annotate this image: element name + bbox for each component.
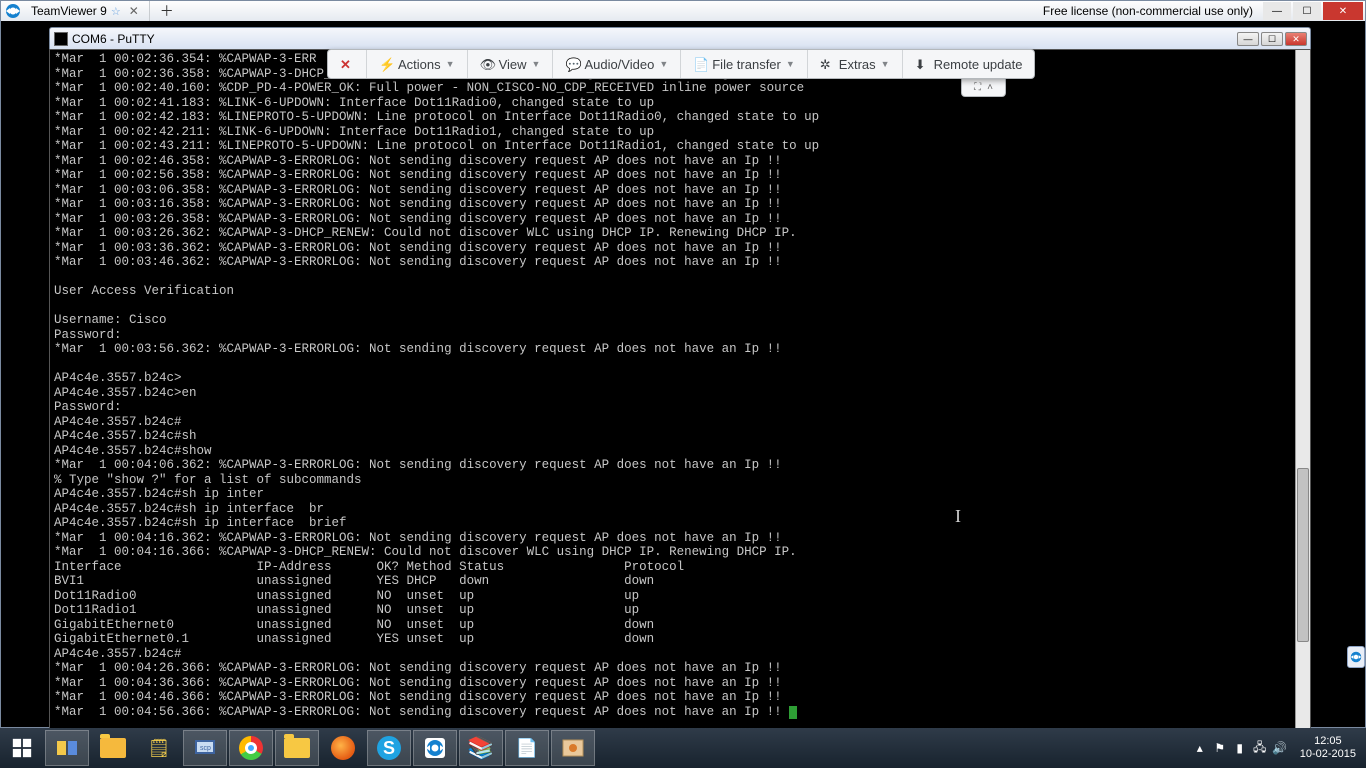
toolbar-remote-update[interactable]: ⬇ Remote update (903, 50, 1035, 78)
taskbar-items: 🗒 scp S 📚 📄 (44, 728, 596, 768)
tray-flag-icon[interactable]: ⚑ (1210, 741, 1230, 755)
teamviewer-window: TeamViewer 9 ☆ ✕ ＋ Free license (non-com… (0, 0, 1366, 728)
toolbar-file-transfer[interactable]: 📄 File transfer ▼ (681, 50, 808, 78)
putty-maximize-button[interactable]: ☐ (1261, 32, 1283, 46)
file-icon: 📄 (693, 57, 707, 71)
windows-taskbar: 🗒 scp S 📚 📄 ▴ ⚑ ▮ 🖧 🔊 12:05 10-02-2015 (0, 728, 1366, 768)
tab-title: TeamViewer 9 (31, 4, 107, 18)
putty-terminal[interactable]: *Mar 1 00:02:36.354: %CAPWAP-3-ERR *Mar … (49, 49, 1311, 747)
taskbar-item-snipping[interactable] (551, 730, 595, 766)
star-icon[interactable]: ☆ (111, 5, 121, 18)
teamviewer-session-tab[interactable]: TeamViewer 9 ☆ ✕ (25, 1, 150, 21)
terminal-output: *Mar 1 00:02:36.354: %CAPWAP-3-ERR *Mar … (50, 50, 1310, 721)
toolbar-audio-video[interactable]: 💬 Audio/Video ▼ (553, 50, 681, 78)
minimize-button[interactable]: — (1263, 2, 1291, 20)
start-button[interactable] (0, 728, 44, 768)
teamviewer-icon (5, 3, 21, 19)
remote-desktop-viewport[interactable]: COM6 - PuTTY — ☐ ✕ *Mar 1 00:02:36.354: … (1, 21, 1365, 727)
fullscreen-icon[interactable]: ⛶ (974, 82, 981, 93)
putty-titlebar[interactable]: COM6 - PuTTY — ☐ ✕ (49, 27, 1311, 49)
tray-battery-icon[interactable]: ▮ (1230, 741, 1250, 755)
taskbar-item-teamviewer[interactable] (413, 730, 457, 766)
putty-scrollbar[interactable] (1295, 50, 1310, 746)
toolbar-view[interactable]: 👁 View ▼ (468, 50, 554, 78)
eye-icon: 👁 (480, 57, 494, 71)
taskbar-item-winrar[interactable]: 📚 (459, 730, 503, 766)
chevron-down-icon: ▼ (532, 59, 541, 69)
taskbar-item-outlook[interactable] (91, 730, 135, 766)
teamviewer-quickconnect-widget[interactable] (1347, 646, 1365, 668)
taskbar-item-notepad[interactable]: 📄 (505, 730, 549, 766)
scrollbar-thumb[interactable] (1297, 468, 1309, 642)
new-tab-button[interactable]: ＋ (150, 1, 184, 21)
toolbar-actions[interactable]: ⚡ Actions ▼ (367, 50, 468, 78)
close-tab-icon[interactable]: ✕ (125, 4, 143, 18)
tray-volume-icon[interactable]: 🔊 (1270, 741, 1290, 755)
download-icon: ⬇ (915, 57, 929, 71)
chevron-down-icon: ▼ (881, 59, 890, 69)
teamviewer-toolbar: ✕ ⚡ Actions ▼ 👁 View ▼ 💬 Audio/Video ▼ 📄… (327, 49, 1035, 79)
gear-icon: ✲ (820, 57, 834, 71)
putty-title: COM6 - PuTTY (72, 32, 155, 46)
taskbar-item-firefox[interactable] (321, 730, 365, 766)
putty-icon (54, 32, 68, 46)
chevron-down-icon: ▼ (446, 59, 455, 69)
putty-minimize-button[interactable]: — (1237, 32, 1259, 46)
taskbar-item-putty[interactable]: scp (183, 730, 227, 766)
taskbar-item-skype[interactable]: S (367, 730, 411, 766)
taskbar-item-chrome[interactable] (229, 730, 273, 766)
terminal-cursor (789, 706, 797, 719)
teamviewer-titlebar[interactable]: TeamViewer 9 ☆ ✕ ＋ Free license (non-com… (1, 1, 1365, 21)
putty-window: COM6 - PuTTY — ☐ ✕ *Mar 1 00:02:36.354: … (49, 27, 1311, 747)
toolbar-close-session[interactable]: ✕ (328, 50, 367, 78)
taskbar-item-notes[interactable]: 🗒 (137, 730, 181, 766)
putty-close-button[interactable]: ✕ (1285, 32, 1307, 46)
maximize-button[interactable]: ☐ (1293, 2, 1321, 20)
svg-text:scp: scp (200, 745, 211, 752)
close-icon: ✕ (340, 57, 354, 71)
tray-date: 10-02-2015 (1300, 748, 1356, 761)
chevron-down-icon: ▼ (659, 59, 668, 69)
chat-icon: 💬 (565, 57, 579, 71)
chevron-down-icon: ▼ (786, 59, 795, 69)
chevron-up-icon[interactable]: ˄ (987, 82, 993, 93)
license-text: Free license (non-commercial use only) (1043, 4, 1253, 18)
system-tray: ▴ ⚑ ▮ 🖧 🔊 12:05 10-02-2015 (1190, 728, 1366, 768)
taskbar-item-winscp[interactable] (45, 730, 89, 766)
toolbar-collapse-handle[interactable]: ⛶ ˄ (961, 79, 1006, 97)
close-button[interactable]: ✕ (1323, 2, 1363, 20)
tray-time: 12:05 (1300, 735, 1356, 748)
lightning-icon: ⚡ (379, 57, 393, 71)
taskbar-item-explorer[interactable] (275, 730, 319, 766)
tray-network-icon[interactable]: 🖧 (1250, 738, 1270, 759)
toolbar-extras[interactable]: ✲ Extras ▼ (808, 50, 903, 78)
tray-show-hidden-icon[interactable]: ▴ (1190, 741, 1210, 755)
tray-clock[interactable]: 12:05 10-02-2015 (1290, 735, 1366, 761)
